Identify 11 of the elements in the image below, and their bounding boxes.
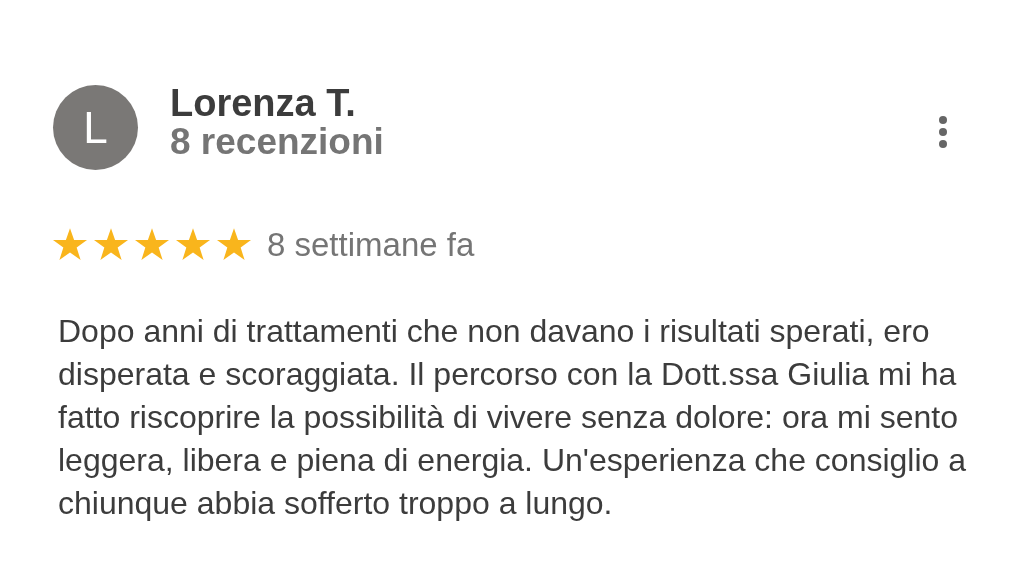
review-text: Dopo anni di trattamenti che non davano i risultati sperati, ero disperata e scoraggiata. Il percorso con la Dott.ssa Giulia mi ha fatto riscoprire la possibilità di vivere senza dolore: ora mi sento leggera, libera e piena di energia. Un'esperienza che consiglio a chiunque abbia sofferto troppo a lungo. <box>58 311 968 523</box>
star-icon <box>53 228 87 262</box>
star-icon <box>135 228 169 262</box>
avatar: L <box>53 85 138 170</box>
more-options-icon[interactable] <box>938 115 948 149</box>
star-icon <box>176 228 210 262</box>
review-count: 8 recenzioni <box>170 123 384 161</box>
review-time: 8 settimane fa <box>267 225 475 265</box>
star-icon <box>94 228 128 262</box>
star-icon <box>217 228 251 262</box>
author-name: Lorenza T. <box>170 83 357 123</box>
